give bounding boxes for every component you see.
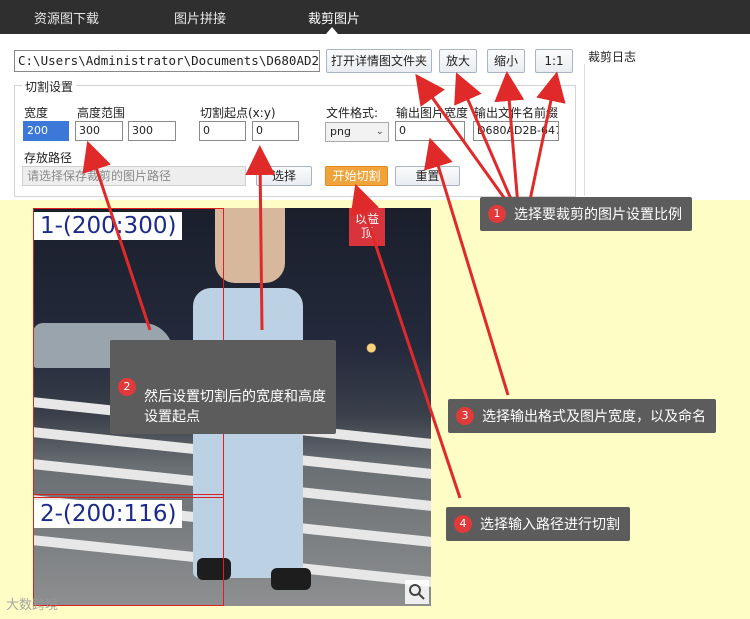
callout-2-number: 2 xyxy=(118,378,136,396)
watermark-text: 大数跨境 xyxy=(6,598,59,613)
callout-2: 2 然后设置切割后的宽度和高度 设置起点 xyxy=(110,340,336,434)
callout-1-text: 选择要裁剪的图片设置比例 xyxy=(514,207,682,223)
callout-3-number: 3 xyxy=(456,407,474,425)
callout-1: 1 选择要裁剪的图片设置比例 xyxy=(480,197,692,231)
callout-3: 3 选择输出格式及图片宽度，以及命名 xyxy=(448,399,716,433)
callout-4-number: 4 xyxy=(454,515,472,533)
callout-2-text: 然后设置切割后的宽度和高度 设置起点 xyxy=(144,389,326,425)
callout-4: 4 选择输入路径进行切割 xyxy=(446,507,630,541)
callout-3-text: 选择输出格式及图片宽度，以及命名 xyxy=(482,409,706,425)
annotation-arrows xyxy=(82,71,566,499)
callout-1-number: 1 xyxy=(488,205,506,223)
callout-4-text: 选择输入路径进行切割 xyxy=(480,517,620,533)
